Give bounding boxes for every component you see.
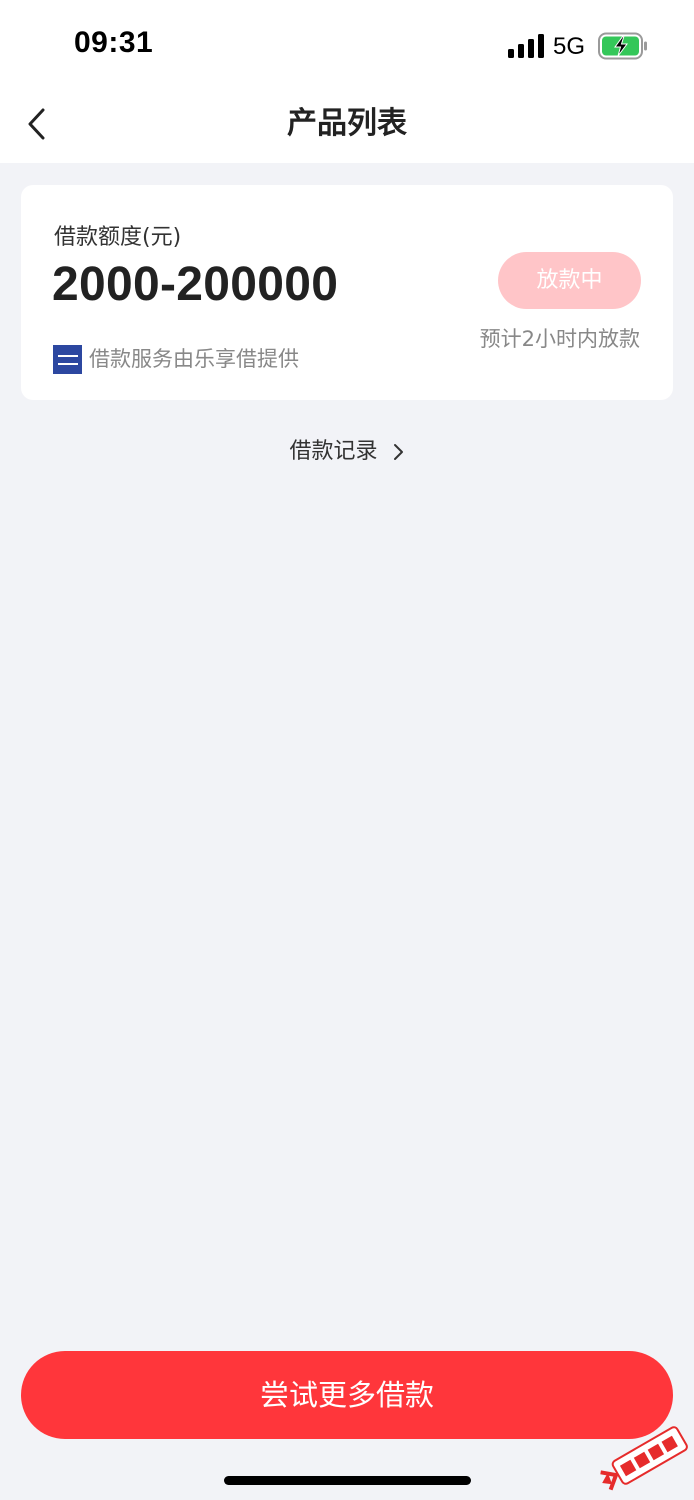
page-title: 产品列表 [287, 106, 407, 141]
provider-logo [53, 345, 82, 374]
signal-icon [508, 34, 544, 58]
loan-record-link[interactable]: 借款记录 [0, 436, 694, 468]
battery-charging-icon [598, 32, 647, 60]
provider-text: 借款服务由乐享借提供 [89, 347, 299, 371]
try-more-loans-button[interactable]: 尝试更多借款 [21, 1351, 673, 1439]
limit-amount: 2000-200000 [52, 258, 339, 311]
limit-label: 借款额度(元) [54, 225, 182, 250]
eta-text: 预计2小时内放款 [479, 327, 640, 351]
provider-logo-mark [57, 354, 78, 365]
product-card[interactable]: 借款额度(元) 2000-200000 放款中 预计2小时内放款 借款服务由乐享… [21, 185, 673, 400]
loan-record-label: 借款记录 [289, 439, 378, 464]
status-time: 09:31 [74, 26, 154, 59]
watermark-logo [600, 1426, 688, 1491]
top-bar: 09:31 5G 产品列表 [0, 0, 694, 163]
home-indicator[interactable] [224, 1476, 471, 1485]
chevron-right-icon [393, 444, 403, 460]
network-label: 5G [553, 33, 586, 60]
disbursing-status-button[interactable]: 放款中 [498, 252, 641, 309]
